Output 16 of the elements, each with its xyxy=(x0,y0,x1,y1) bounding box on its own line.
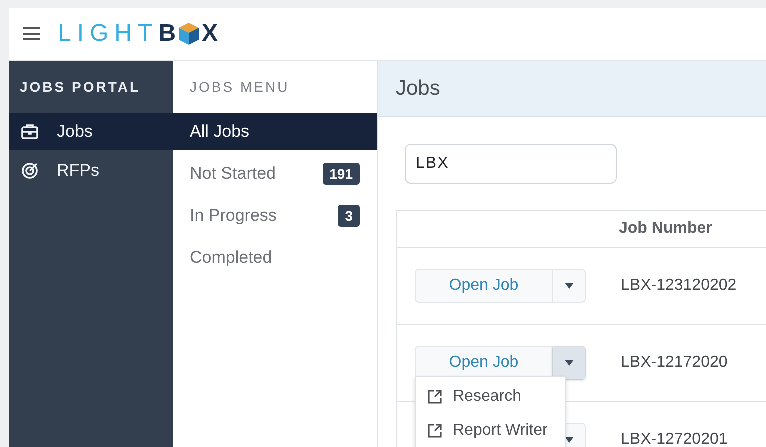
logo-text: B xyxy=(158,20,176,48)
menu-item-label: Not Started xyxy=(190,164,276,184)
count-badge: 3 xyxy=(338,204,360,226)
page-title: Jobs xyxy=(378,61,766,117)
portal-title: JOBS PORTAL xyxy=(19,78,142,97)
menu-item-label: In Progress xyxy=(190,206,277,226)
job-number: LBX-123120202 xyxy=(621,277,737,295)
job-number: LBX-12172020 xyxy=(621,354,728,372)
logo-text: X xyxy=(202,20,218,48)
count-badge: 191 xyxy=(322,162,360,184)
logo-text: LIGHT xyxy=(58,20,159,48)
column-header: Job Number xyxy=(619,220,712,238)
menu-title: JOBS MENU xyxy=(189,78,291,97)
menu-item-label: All Jobs xyxy=(190,122,250,142)
job-number: LBX-12720201 xyxy=(621,431,728,447)
menu-item-label: Completed xyxy=(190,248,272,268)
